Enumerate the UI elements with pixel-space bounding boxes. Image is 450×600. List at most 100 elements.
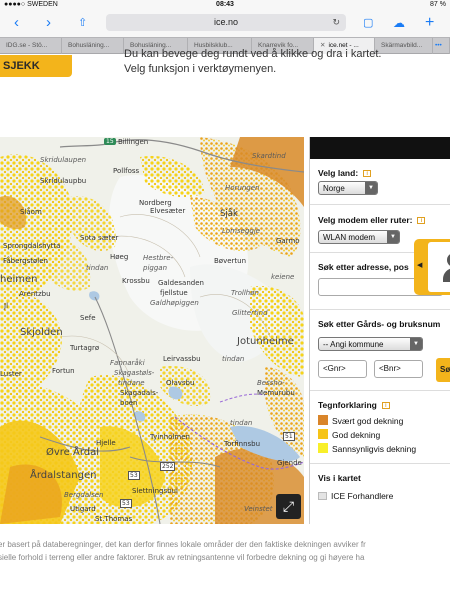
status-bar: ●●●●○ SWEDEN 08:43 87 % [0,0,450,11]
forward-icon[interactable]: › [46,15,51,31]
section-sok-gard: Søk etter Gårds- og bruksnum [318,319,441,329]
chevron-down-icon: ▼ [410,338,422,350]
legend-swatch [318,429,328,439]
section-tegnforklaring: Tegnforklaring i [318,400,390,410]
road-sign: 15 [104,138,116,145]
divider [310,390,450,391]
reload-icon[interactable]: ↻ [332,14,340,31]
map-label: Veinstet [244,505,273,513]
map-label: Skagadals- [120,389,159,397]
sjekk-button[interactable]: SJEKK [0,55,72,77]
divider [310,204,450,205]
map-label: Skridulaupbu [40,177,87,185]
legend-item-sannsynligvis: Sannsynligvis dekning [318,443,416,454]
tab-item[interactable]: Bohusläning... [62,38,124,54]
map-label: Nordberg [139,199,172,207]
map-label: keiene [271,273,295,281]
modem-select[interactable]: WLAN modem ▼ [318,230,400,244]
back-icon[interactable]: ‹ [14,15,19,31]
map-label: Bessho- [257,379,285,387]
disclaimer-line-1: er basert på databeregninger, det kan de… [0,540,366,549]
map-label: Sjåk [220,209,238,219]
section-vis-i-kartet: Vis i kartet [318,473,361,483]
map-label: Jotunheime [237,336,294,347]
map-label: St.Thomas [95,515,133,523]
map-label: Bøvertun [214,257,247,265]
map-label: Galdesanden [158,279,204,287]
map-label: Glittertind [232,309,268,317]
tab-item[interactable]: Skärmavbild... [375,38,433,54]
more-tabs-icon[interactable]: ••• [433,38,450,54]
kommune-select[interactable]: -- Angi kommune ▼ [318,337,423,351]
share-icon[interactable]: ⇧ [78,15,87,31]
ice-forhandlere-toggle[interactable]: ICE Forhandlere [318,491,393,501]
map-label: tindan [86,264,109,272]
map-label: Elvesæter [150,207,186,215]
map-label: Slåom [20,208,42,216]
panel-header [310,137,450,159]
battery-label: 87 % [430,1,446,8]
map-label: Luster [0,370,22,378]
info-icon[interactable]: i [363,170,372,178]
bnr-input[interactable]: <Bnr> [374,360,423,378]
map-label: Skardtind [252,152,286,160]
map-label: Galdhøpiggen [150,299,199,307]
tab-item[interactable]: IDG.se - Stö... [0,38,62,54]
user-avatar-box [428,242,450,292]
clock: 08:43 [216,1,234,8]
map-label: boen [120,399,138,407]
country-select[interactable]: Norge ▼ [318,181,378,195]
map-label: Fortun [52,367,75,375]
gnr-input[interactable]: <Gnr> [318,360,367,378]
intro-text: Du kan bevege deg rundt ved å klikke og … [124,48,381,77]
map-label: Olavsbu [166,379,195,387]
map-label: Torfinnsbu [224,440,261,448]
icloud-tabs-icon[interactable]: ☁ [393,15,405,31]
map-label: tindane [118,379,145,387]
map-label: Turtagrø [70,344,100,352]
map-label: Gjende [277,459,302,467]
bookmarks-icon[interactable]: ▢ [363,15,373,31]
info-icon[interactable]: i [381,402,390,410]
map-label: Garmo [276,237,300,245]
new-tab-icon[interactable]: + [425,15,434,31]
legend-swatch [318,415,328,425]
map-label: Skridulaupen [40,156,87,164]
search-button[interactable]: Sø [436,358,450,382]
chevron-down-icon: ▼ [365,182,377,194]
map-label: piggan [143,264,168,272]
legend-swatch [318,443,328,453]
user-side-tab[interactable]: ◀ [414,239,450,295]
map-label: Utigard [70,505,96,513]
section-velg-land: Velg land: i [318,168,372,178]
info-icon[interactable]: i [417,217,426,225]
map-label: Hjelle [96,439,116,447]
map-label: Trollhøn [231,289,259,297]
road-sign: 252 [160,462,176,471]
road-sign: 53 [128,471,140,480]
map-label: Skjolden [20,327,63,338]
address-bar[interactable]: ice.no ↻ [106,14,346,31]
map-label: Jl [4,302,9,310]
map-label: Skagastøls- [114,369,155,377]
intro-line-2: Velg funksjon i verktøymenyen. [124,63,277,75]
map-label: Hestbre- [143,254,174,262]
road-sign: 51 [283,432,295,441]
map-label: Slettningsbui [132,487,178,495]
map-label: Memurubu [257,389,295,397]
map-label: fjellstue [160,289,188,297]
legend-item-god: God dekning [318,429,380,440]
intro-line-1: Du kan bevege deg rundt ved å klikke og … [124,48,382,60]
road-sign: 53 [120,499,132,508]
divider [310,463,450,464]
map-label: Sefe [80,314,96,322]
checkbox[interactable] [318,492,327,500]
map-label: Billingen [118,138,149,146]
coverage-map[interactable]: 15 Billingen Skridulaupen Pollfoss Skrid… [0,137,304,524]
map-label: Tyinholmen [150,433,190,441]
map-label: Fåbergstølen [3,257,48,265]
map-label: Bergdalsen [64,491,104,499]
fullscreen-icon[interactable]: ⤢ [276,494,301,519]
map-label: Øvre Årdal [46,447,100,458]
legend-item-svaert-god: Svært god dekning [318,415,403,426]
